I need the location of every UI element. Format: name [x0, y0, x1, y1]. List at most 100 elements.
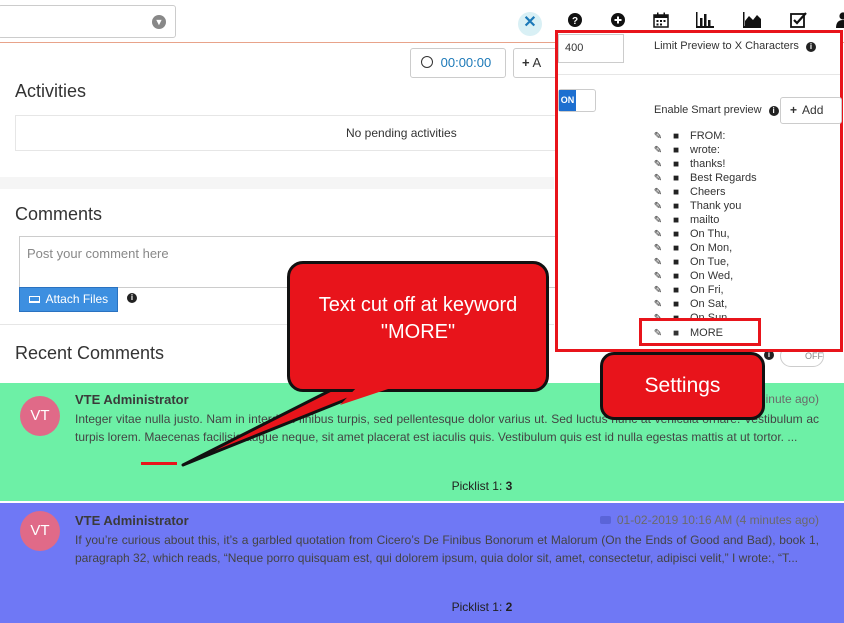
pencil-icon[interactable]: ✎ — [653, 328, 663, 339]
trash-icon[interactable]: ■ — [671, 172, 681, 186]
comment-time: inute ago) — [765, 392, 819, 406]
add-keyword-label: Add — [802, 103, 824, 117]
settings-callout-text: Settings — [644, 374, 721, 397]
attach-files-button[interactable]: Attach Files — [19, 287, 118, 312]
comment-author[interactable]: VTE Administrator — [75, 392, 189, 407]
pencil-icon[interactable]: ✎ — [653, 144, 663, 158]
keyword-item-more: ✎ ■ MORE — [653, 327, 723, 339]
plus-icon: + — [790, 103, 798, 117]
keyword-text: On Tue, — [690, 256, 730, 268]
limit-characters-input[interactable]: 400 — [558, 34, 624, 63]
pencil-icon[interactable]: ✎ — [653, 172, 663, 186]
comment-time-text: 01-02-2019 10:16 AM (4 minutes ago) — [616, 513, 819, 527]
keyword-list: ✎ ■ FROM: ✎ ■ wrote: ✎ ■ thanks! ✎ ■ Best Regard… — [653, 129, 843, 324]
keyword-item: ✎ ■ On Fri, — [653, 283, 724, 297]
activities-title: Activities — [15, 81, 87, 101]
trash-icon[interactable]: ■ — [671, 130, 681, 144]
info-icon[interactable]: i — [127, 293, 137, 303]
pencil-icon[interactable]: ✎ — [653, 298, 663, 312]
keyword-item: ✎ ■ Cheers — [653, 185, 726, 200]
keyword-item: ✎ ■ On Wed, — [653, 269, 733, 283]
keyword-text: wrote: — [690, 144, 720, 156]
no-activities-text: No pending activities — [346, 126, 457, 140]
keyword-text: On Thu, — [690, 228, 730, 240]
add-keyword-button[interactable]: + Add — [780, 97, 842, 124]
svg-text:?: ? — [572, 16, 578, 27]
toggle-on-label: ON — [559, 90, 576, 111]
divider — [558, 74, 840, 75]
keyword-item: ✎ ■ Best Regards — [653, 171, 757, 185]
keyword-text: thanks! — [690, 158, 726, 170]
keyword-item: ✎ ■ Thank you — [653, 199, 742, 214]
picklist-label: Picklist 1: — [451, 479, 506, 493]
comment-author[interactable]: VTE Administrator — [75, 513, 189, 528]
keyword-text: Best Regards — [690, 172, 757, 184]
pencil-icon[interactable]: ✎ — [653, 214, 663, 228]
keyword-text: MORE — [690, 327, 723, 339]
trash-icon[interactable]: ■ — [671, 228, 681, 242]
trash-icon[interactable]: ■ — [671, 214, 681, 228]
keyword-item: ✎ ■ On Thu, — [653, 227, 730, 241]
limit-preview-text: Limit Preview to X Characters — [654, 40, 799, 52]
comments-title: Comments — [15, 204, 103, 224]
pencil-icon[interactable]: ✎ — [653, 158, 663, 172]
keyword-item: ✎ ■ thanks! — [653, 157, 726, 172]
trash-icon[interactable]: ■ — [671, 298, 681, 312]
timer-button[interactable]: 00:00:00 — [410, 48, 506, 78]
pencil-icon[interactable]: ✎ — [653, 186, 663, 200]
smart-preview-text: Enable Smart preview — [654, 104, 762, 116]
keyword-text: On Fri, — [690, 284, 724, 296]
toggle-off-label: OFF — [805, 351, 823, 361]
pencil-icon[interactable]: ✎ — [653, 284, 663, 298]
laptop-icon — [28, 296, 40, 303]
add-activity-label: A — [532, 55, 542, 70]
keyword-item: ✎ ■ wrote: — [653, 143, 720, 157]
timer-value: 00:00:00 — [440, 55, 492, 70]
avatar: VT — [20, 511, 60, 551]
trash-icon[interactable]: ■ — [671, 256, 681, 270]
keyword-text: On Sat, — [690, 298, 728, 310]
pencil-icon[interactable]: ✎ — [653, 200, 663, 214]
picklist-label: Picklist 1: — [451, 600, 506, 614]
picklist-value: 2 — [505, 600, 513, 614]
chevron-down-icon[interactable]: ▼ — [152, 15, 166, 29]
trash-icon[interactable]: ■ — [671, 158, 681, 172]
keyword-item: ✎ ■ On Tue, — [653, 255, 729, 269]
picklist-field: Picklist 1: 3 — [0, 479, 844, 493]
trash-icon[interactable]: ■ — [671, 144, 681, 158]
plus-icon: + — [522, 55, 530, 70]
activities-list: No pending activities — [15, 115, 555, 151]
pencil-icon[interactable]: ✎ — [653, 270, 663, 284]
trash-icon[interactable]: ■ — [671, 270, 681, 284]
divider — [0, 177, 554, 189]
recent-comments-title: Recent Comments — [15, 343, 165, 363]
text-cut-callout: Text cut off at keyword "MORE" — [287, 261, 549, 392]
comment-placeholder: Post your comment here — [27, 246, 169, 261]
info-icon[interactable]: i — [805, 42, 816, 52]
trash-icon[interactable]: ■ — [671, 328, 681, 339]
trash-icon[interactable]: ■ — [671, 200, 681, 214]
info-icon[interactable]: i — [768, 106, 779, 116]
keyword-text: FROM: — [690, 130, 726, 142]
smart-preview-label: Enable Smart preview i — [654, 104, 779, 116]
keyword-text: mailto — [690, 214, 720, 226]
pencil-icon[interactable]: ✎ — [653, 242, 663, 256]
comment-body: If you’re curious about this, it’s a gar… — [75, 533, 819, 565]
keyword-item: ✎ ■ mailto — [653, 213, 720, 228]
trash-icon[interactable]: ■ — [671, 242, 681, 256]
pencil-icon[interactable]: ✎ — [653, 228, 663, 242]
keyword-text: Cheers — [690, 186, 726, 198]
trash-icon[interactable]: ■ — [671, 186, 681, 200]
record-select[interactable]: ▼ — [0, 5, 176, 38]
vte-x-logo-icon[interactable]: ✕ — [518, 12, 542, 36]
picklist-value: 3 — [505, 479, 513, 493]
settings-popover: 400 Limit Preview to X Characters i ON E… — [555, 30, 843, 352]
pencil-icon[interactable]: ✎ — [653, 130, 663, 144]
smart-preview-toggle[interactable]: ON — [558, 89, 596, 112]
pencil-icon[interactable]: ✎ — [653, 256, 663, 270]
settings-callout: Settings — [600, 352, 765, 420]
keyword-text: Thank you — [690, 200, 742, 212]
clock-icon — [421, 56, 433, 68]
trash-icon[interactable]: ■ — [671, 284, 681, 298]
comment-time: 01-02-2019 10:16 AM (4 minutes ago) — [599, 513, 819, 527]
